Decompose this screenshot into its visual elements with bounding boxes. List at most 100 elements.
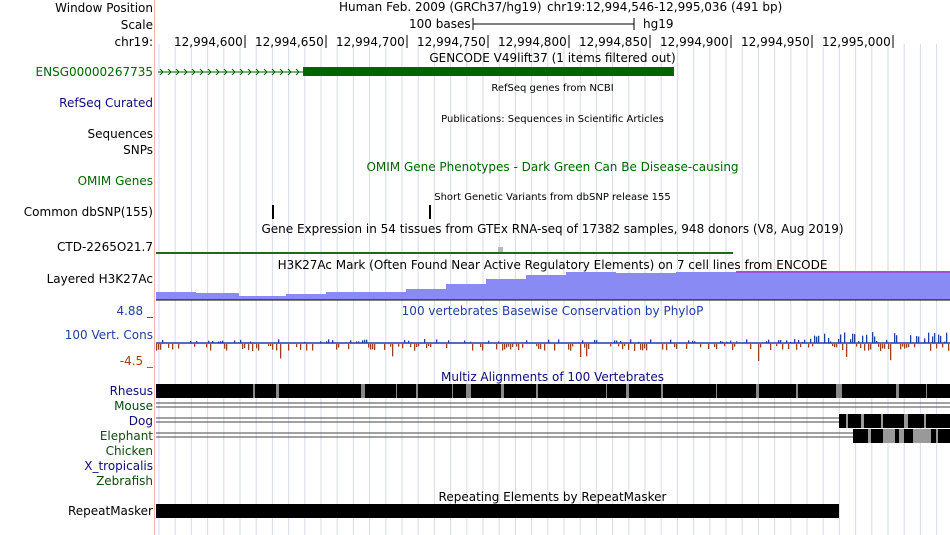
phylop-neg-bar xyxy=(496,344,498,350)
omim-track-label[interactable]: OMIM Genes xyxy=(78,174,153,189)
phylop-neg-bar xyxy=(642,344,644,351)
phylop-neg-bar xyxy=(880,344,882,351)
phylop-track-label[interactable]: 100 Vert. Cons xyxy=(65,328,153,343)
phylop-neg-bar xyxy=(716,344,718,350)
scale-bar xyxy=(472,18,635,30)
alignment-gap xyxy=(896,384,899,398)
omim-track-title: OMIM Gene Phenotypes - Dark Green Can Be… xyxy=(366,160,739,174)
phylop-pos-bar xyxy=(802,341,804,343)
phylop-neg-bar xyxy=(572,344,574,347)
phylop-signal[interactable] xyxy=(156,332,950,361)
species-zebrafish[interactable]: Zebrafish xyxy=(96,474,153,489)
species-elephant[interactable]: Elephant xyxy=(100,429,153,444)
gtex-track-label[interactable]: CTD-2265O21.7 xyxy=(57,240,153,255)
phylop-pos-bar xyxy=(916,336,918,343)
phylop-pos-bar xyxy=(408,340,410,343)
dbsnp-variants[interactable] xyxy=(272,205,431,219)
phylop-pos-bar xyxy=(208,340,210,343)
species-x-tropicalis[interactable]: X_tropicalis xyxy=(84,459,153,474)
phylop-neg-bar xyxy=(662,344,664,350)
species-chicken[interactable]: Chicken xyxy=(106,444,153,459)
phylop-neg-bar xyxy=(834,344,836,348)
phylop-neg-bar xyxy=(610,344,612,347)
window-position-label: Window Position xyxy=(55,1,153,15)
phylop-neg-bar xyxy=(522,344,524,348)
genome-browser-view: { "header": { "window_position_label": "… xyxy=(0,0,950,535)
phylop-neg-bar xyxy=(568,344,570,350)
alignment-gap xyxy=(466,384,471,398)
phylop-pos-bar xyxy=(222,340,224,343)
phylop-pos-bar xyxy=(320,341,322,343)
phylop-neg-bar xyxy=(902,344,904,347)
phylop-pos-bar xyxy=(858,341,860,343)
phylop-neg-bar xyxy=(288,344,290,351)
phylop-neg-bar xyxy=(884,344,886,349)
phylop-neg-bar xyxy=(306,344,308,351)
phylop-neg-bar xyxy=(908,344,910,348)
phylop-pos-bar xyxy=(928,332,930,343)
phylop-pos-bar xyxy=(886,339,888,343)
species-dog[interactable]: Dog xyxy=(129,414,153,429)
alignment-gap xyxy=(899,429,904,443)
phylop-pos-bar xyxy=(934,333,936,343)
phylop-pos-bar xyxy=(850,339,852,343)
alignment-gap xyxy=(716,384,717,398)
phylop-neg-bar xyxy=(242,344,244,349)
refseq-track-label[interactable]: RefSeq Curated xyxy=(59,96,153,111)
species-mouse[interactable]: Mouse xyxy=(114,399,153,414)
gencode-gene-label[interactable]: ENSG00000267735 xyxy=(36,65,153,80)
phylop-pos-bar xyxy=(852,333,854,343)
phylop-pos-bar xyxy=(798,340,800,343)
phylop-neg-bar xyxy=(268,344,270,347)
ruler-tick-label: 12,994,950 xyxy=(741,35,810,49)
phylop-pos-bar xyxy=(814,335,816,343)
phylop-neg-bar xyxy=(416,344,418,348)
gencode-track-title: GENCODE V49lift37 (1 items filtered out) xyxy=(429,51,676,65)
alignment-gap xyxy=(626,384,629,398)
phylop-neg-bar xyxy=(580,344,582,357)
phylop-pos-bar xyxy=(938,334,940,343)
phylop-pos-bar xyxy=(940,335,942,343)
phylop-neg-bar xyxy=(628,344,630,350)
alignment-gap xyxy=(913,429,931,443)
phylop-neg-bar xyxy=(708,344,710,350)
phylop-neg-bar xyxy=(890,344,892,361)
h3k27ac-track-label[interactable]: Layered H3K27Ac xyxy=(47,272,153,287)
dbsnp-track-label[interactable]: Common dbSNP(155) xyxy=(24,205,153,220)
phylop-pos-bar xyxy=(746,339,748,343)
assembly-text: Human Feb. 2009 (GRCh37/hg19) xyxy=(339,0,542,14)
phylop-neg-bar xyxy=(418,344,420,347)
phylop-neg-bar xyxy=(674,344,676,348)
phylop-neg-bar xyxy=(348,344,350,350)
phylop-pos-bar xyxy=(810,338,812,343)
alignment-gap xyxy=(396,384,397,398)
phylop-pos-bar xyxy=(736,341,738,343)
phylop-neg-bar xyxy=(300,344,302,350)
phylop-pos-bar xyxy=(894,333,896,343)
repeatmasker-feature[interactable] xyxy=(156,504,839,518)
repeatmasker-track-label[interactable]: RepeatMasker xyxy=(68,504,153,519)
species-rhesus[interactable]: Rhesus xyxy=(110,384,153,399)
phylop-neg-bar xyxy=(842,344,844,351)
phylop-pos-bar xyxy=(366,339,368,343)
phylop-neg-bar xyxy=(504,344,506,350)
snps-track-label[interactable]: SNPs xyxy=(123,143,153,158)
phylop-neg-bar xyxy=(796,344,798,350)
gtex-feature[interactable] xyxy=(156,247,733,254)
publications-track-label[interactable]: Sequences xyxy=(88,127,153,142)
h3k27ac-signal[interactable] xyxy=(156,271,950,301)
phylop-pos-bar xyxy=(766,341,768,343)
gencode-gene-feature[interactable] xyxy=(158,67,674,76)
phylop-neg-bar xyxy=(624,344,626,347)
ruler-tick-label: 12,994,700 xyxy=(336,35,405,49)
ruler-tick-label: 12,994,650 xyxy=(255,35,324,49)
phylop-neg-bar xyxy=(800,344,802,348)
phylop-neg-bar xyxy=(836,344,838,348)
phylop-pos-bar xyxy=(692,340,694,343)
phylop-pos-bar xyxy=(220,341,222,343)
phylop-pos-bar xyxy=(596,340,598,343)
phylop-pos-bar xyxy=(816,336,818,343)
alignment-gap xyxy=(361,384,365,398)
phylop-neg-bar xyxy=(206,344,208,348)
multiz-alignments[interactable] xyxy=(156,384,950,443)
